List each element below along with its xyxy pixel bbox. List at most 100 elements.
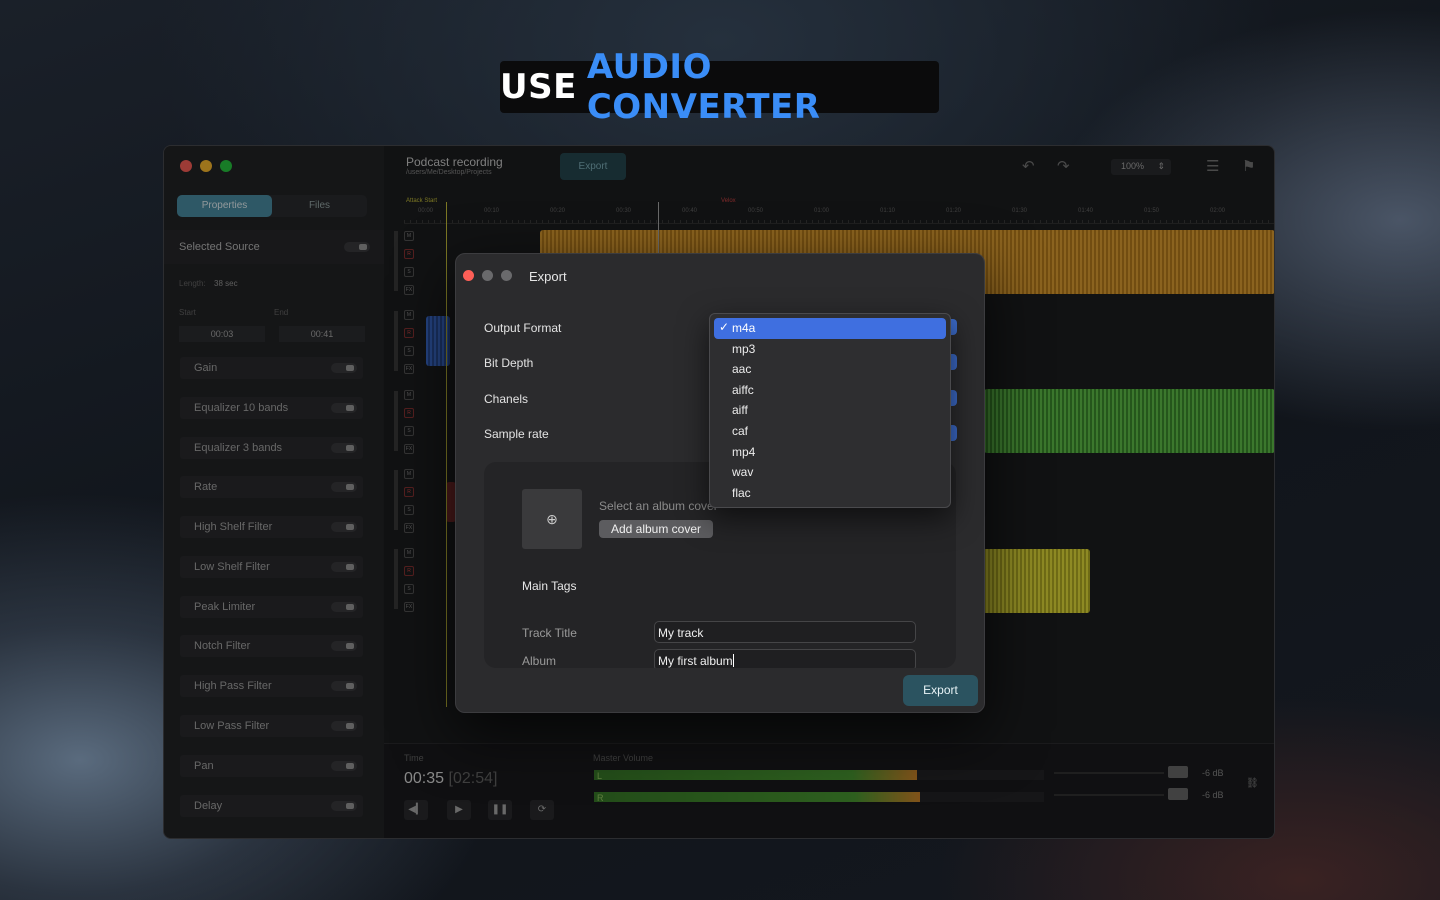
- zoom-window-button[interactable]: [220, 160, 232, 172]
- effect-toggle[interactable]: [331, 681, 357, 691]
- end-time-field[interactable]: 00:41: [279, 326, 365, 342]
- channels-select[interactable]: [951, 390, 957, 406]
- format-option-mp4[interactable]: mp4: [714, 442, 946, 463]
- effect-gain[interactable]: Gain: [180, 357, 363, 379]
- minimize-window-button[interactable]: [200, 160, 212, 172]
- add-track-icon[interactable]: ☰: [1206, 157, 1219, 175]
- effect-toggle[interactable]: [331, 721, 357, 731]
- solo-button[interactable]: S: [404, 267, 414, 277]
- track-volume-slider[interactable]: [394, 470, 398, 530]
- effect-toggle[interactable]: [331, 761, 357, 771]
- effect-toggle[interactable]: [331, 403, 357, 413]
- record-button[interactable]: R: [404, 566, 414, 576]
- balance-slider-l[interactable]: [1054, 772, 1164, 774]
- record-button[interactable]: R: [404, 328, 414, 338]
- solo-button[interactable]: S: [404, 426, 414, 436]
- format-option-aiffc[interactable]: aiffc: [714, 380, 946, 401]
- fx-button[interactable]: FX: [404, 444, 414, 454]
- fx-button[interactable]: FX: [404, 364, 414, 374]
- redo-icon[interactable]: ↷: [1057, 157, 1070, 175]
- effect-toggle[interactable]: [331, 602, 357, 612]
- effect-pan[interactable]: Pan: [180, 755, 363, 777]
- track-3-clip[interactable]: [984, 389, 1274, 453]
- undo-icon[interactable]: ↶: [1022, 157, 1035, 175]
- fx-button[interactable]: FX: [404, 602, 414, 612]
- fx-button[interactable]: FX: [404, 523, 414, 533]
- output-format-select[interactable]: [951, 319, 957, 335]
- selected-source-toggle[interactable]: [344, 242, 370, 252]
- effect-toggle[interactable]: [331, 641, 357, 651]
- volume-knob-l[interactable]: [1168, 766, 1188, 778]
- skip-back-button[interactable]: ◀▎: [404, 800, 428, 820]
- main-tags-heading: Main Tags: [522, 579, 577, 593]
- volume-knob-r[interactable]: [1168, 788, 1188, 800]
- start-time-field[interactable]: 00:03: [179, 326, 265, 342]
- effect-peak-limiter[interactable]: Peak Limiter: [180, 596, 363, 618]
- attack-start-marker[interactable]: Attack Start: [406, 198, 437, 204]
- close-window-button[interactable]: [180, 160, 192, 172]
- fx-button[interactable]: FX: [404, 285, 414, 295]
- mute-button[interactable]: M: [404, 231, 414, 241]
- pause-button[interactable]: ❚❚: [488, 800, 512, 820]
- solo-button[interactable]: S: [404, 584, 414, 594]
- tab-properties[interactable]: Properties: [177, 195, 272, 217]
- tab-files[interactable]: Files: [272, 195, 367, 217]
- record-button[interactable]: R: [404, 408, 414, 418]
- effect-toggle[interactable]: [331, 482, 357, 492]
- format-option-mp3[interactable]: mp3: [714, 339, 946, 360]
- track-title-field[interactable]: My track: [654, 621, 916, 643]
- balance-slider-r[interactable]: [1054, 794, 1164, 796]
- bit-depth-select[interactable]: [951, 354, 957, 370]
- add-album-cover-button[interactable]: Add album cover: [599, 520, 713, 538]
- effect-high-pass[interactable]: High Pass Filter: [180, 675, 363, 697]
- format-option-wav[interactable]: wav: [714, 462, 946, 483]
- track-volume-slider[interactable]: [394, 549, 398, 609]
- effect-label: High Shelf Filter: [194, 521, 273, 533]
- mute-button[interactable]: M: [404, 469, 414, 479]
- export-button[interactable]: Export: [903, 675, 978, 706]
- effect-notch-filter[interactable]: Notch Filter: [180, 635, 363, 657]
- solo-button[interactable]: S: [404, 346, 414, 356]
- format-option-aac[interactable]: aac: [714, 359, 946, 380]
- record-button[interactable]: R: [404, 249, 414, 259]
- effect-toggle[interactable]: [331, 363, 357, 373]
- play-button[interactable]: ▶: [447, 800, 471, 820]
- effect-high-shelf[interactable]: High Shelf Filter: [180, 516, 363, 538]
- dialog-close-button[interactable]: [463, 270, 474, 281]
- album-cover-placeholder[interactable]: ⊕: [522, 489, 582, 549]
- format-option-flac[interactable]: flac: [714, 483, 946, 504]
- effect-low-shelf[interactable]: Low Shelf Filter: [180, 556, 363, 578]
- effect-equalizer-3[interactable]: Equalizer 3 bands: [180, 437, 363, 459]
- format-option-m4a[interactable]: ✓ m4a: [714, 318, 946, 339]
- track-volume-slider[interactable]: [394, 311, 398, 371]
- loop-button[interactable]: ⟳: [530, 800, 554, 820]
- effect-rate[interactable]: Rate: [180, 476, 363, 498]
- mute-button[interactable]: M: [404, 310, 414, 320]
- link-icon[interactable]: ⛓: [1246, 778, 1259, 789]
- effect-toggle[interactable]: [331, 562, 357, 572]
- channel-r-label: R: [597, 793, 604, 803]
- solo-button[interactable]: S: [404, 505, 414, 515]
- album-field[interactable]: My first album: [654, 649, 916, 668]
- track-volume-slider[interactable]: [394, 231, 398, 291]
- format-option-aiff[interactable]: aiff: [714, 400, 946, 421]
- effect-equalizer-10[interactable]: Equalizer 10 bands: [180, 397, 363, 419]
- headline-part2: AUDIO CONVERTER: [586, 47, 821, 127]
- effect-toggle[interactable]: [331, 522, 357, 532]
- format-option-caf[interactable]: caf: [714, 421, 946, 442]
- track-volume-slider[interactable]: [394, 391, 398, 451]
- effect-toggle[interactable]: [331, 443, 357, 453]
- flag-icon[interactable]: ⚑: [1242, 157, 1255, 175]
- toolbar-export-button[interactable]: Export: [560, 153, 626, 180]
- zoom-select[interactable]: 100% ⇕: [1111, 159, 1171, 175]
- effect-delay[interactable]: Delay: [180, 795, 363, 817]
- track-5-clip[interactable]: [982, 549, 1090, 613]
- sample-rate-select[interactable]: [951, 425, 957, 441]
- record-button[interactable]: R: [404, 487, 414, 497]
- effect-toggle[interactable]: [331, 801, 357, 811]
- effect-low-pass[interactable]: Low Pass Filter: [180, 715, 363, 737]
- velox-marker[interactable]: Velox: [721, 198, 736, 204]
- tick-label: 00:50: [748, 208, 764, 214]
- mute-button[interactable]: M: [404, 390, 414, 400]
- mute-button[interactable]: M: [404, 548, 414, 558]
